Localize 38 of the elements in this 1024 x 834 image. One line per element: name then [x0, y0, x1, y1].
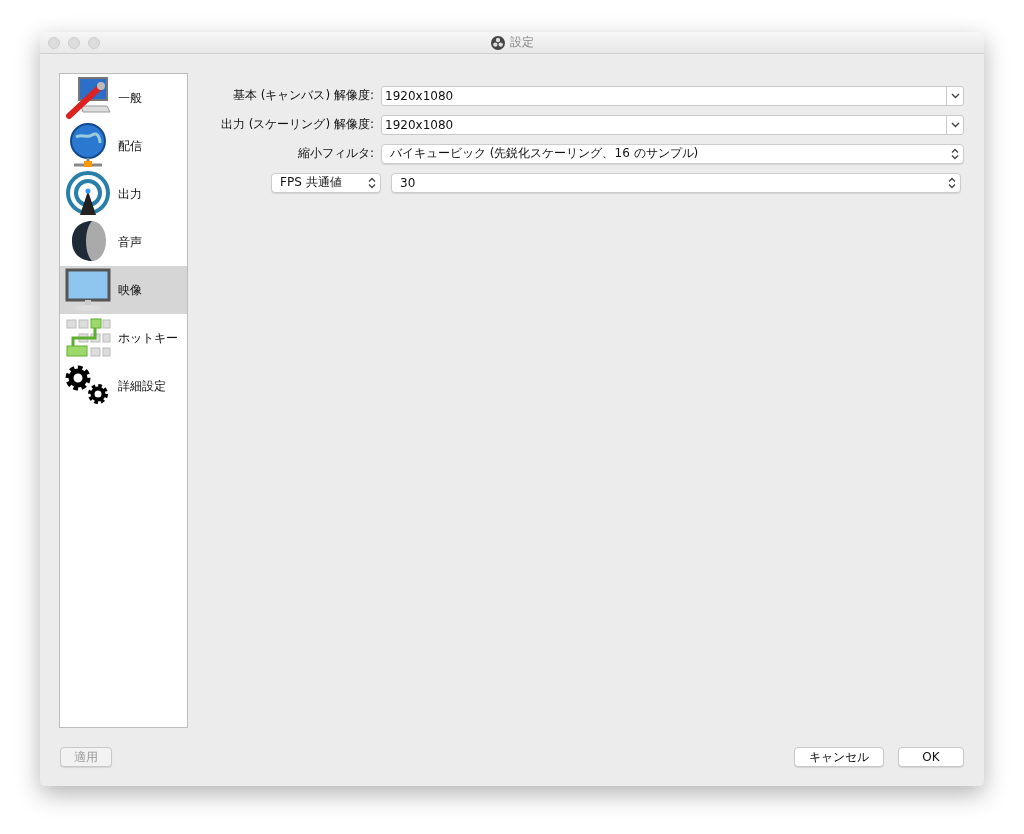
- sidebar-item-label: 映像: [118, 281, 142, 299]
- field-label: 出力 (スケーリング) 解像度:: [219, 116, 375, 133]
- keyboard-keys-icon: [65, 318, 111, 358]
- sidebar-item-label: 出力: [118, 185, 142, 203]
- sidebar-item[interactable]: 音声: [60, 218, 187, 266]
- sidebar-item[interactable]: 配信: [60, 122, 187, 170]
- sidebar-item[interactable]: ホットキー: [60, 314, 187, 362]
- computer-wrench-icon: [65, 76, 111, 120]
- sidebar-item-label: 音声: [118, 233, 142, 251]
- fps-value-select[interactable]: 30: [391, 172, 961, 193]
- field-label: 縮小フィルタ:: [296, 145, 375, 162]
- sidebar-item-label: 詳細設定: [118, 377, 166, 395]
- chevron-down-icon: [950, 121, 960, 128]
- dropdown-select[interactable]: バイキュービック (先鋭化スケーリング、16 のサンプル): [381, 143, 964, 164]
- close-button[interactable]: [48, 36, 60, 49]
- zoom-button[interactable]: [88, 36, 100, 49]
- sidebar-item-label: 一般: [118, 89, 142, 107]
- resolution-combo-field[interactable]: 1920x1080: [381, 114, 964, 135]
- sidebar-item[interactable]: 出力: [60, 170, 187, 218]
- updown-icon: [368, 176, 376, 189]
- resolution-combo-field[interactable]: 1920x1080: [381, 85, 964, 106]
- cancel-button[interactable]: キャンセル: [794, 747, 884, 767]
- window-title: 設定: [509, 34, 534, 51]
- ok-button[interactable]: OK: [898, 747, 964, 767]
- monitor-icon: [65, 268, 111, 312]
- minimize-button[interactable]: [68, 36, 80, 49]
- sidebar-item[interactable]: 一般: [60, 74, 187, 122]
- sidebar-item[interactable]: 映像: [60, 266, 187, 314]
- field-label: 基本 (キャンバス) 解像度:: [231, 87, 375, 104]
- sidebar-item[interactable]: 詳細設定: [60, 362, 187, 410]
- app-logo-icon: [490, 35, 505, 50]
- broadcast-antenna-icon: [65, 171, 111, 217]
- sidebar-item-label: ホットキー: [118, 329, 178, 347]
- fps-type-select[interactable]: FPS 共通値: [271, 172, 381, 193]
- updown-icon: [948, 176, 956, 189]
- updown-icon: [951, 147, 959, 160]
- sidebar-item-label: 配信: [118, 137, 142, 155]
- chevron-down-icon: [950, 92, 960, 99]
